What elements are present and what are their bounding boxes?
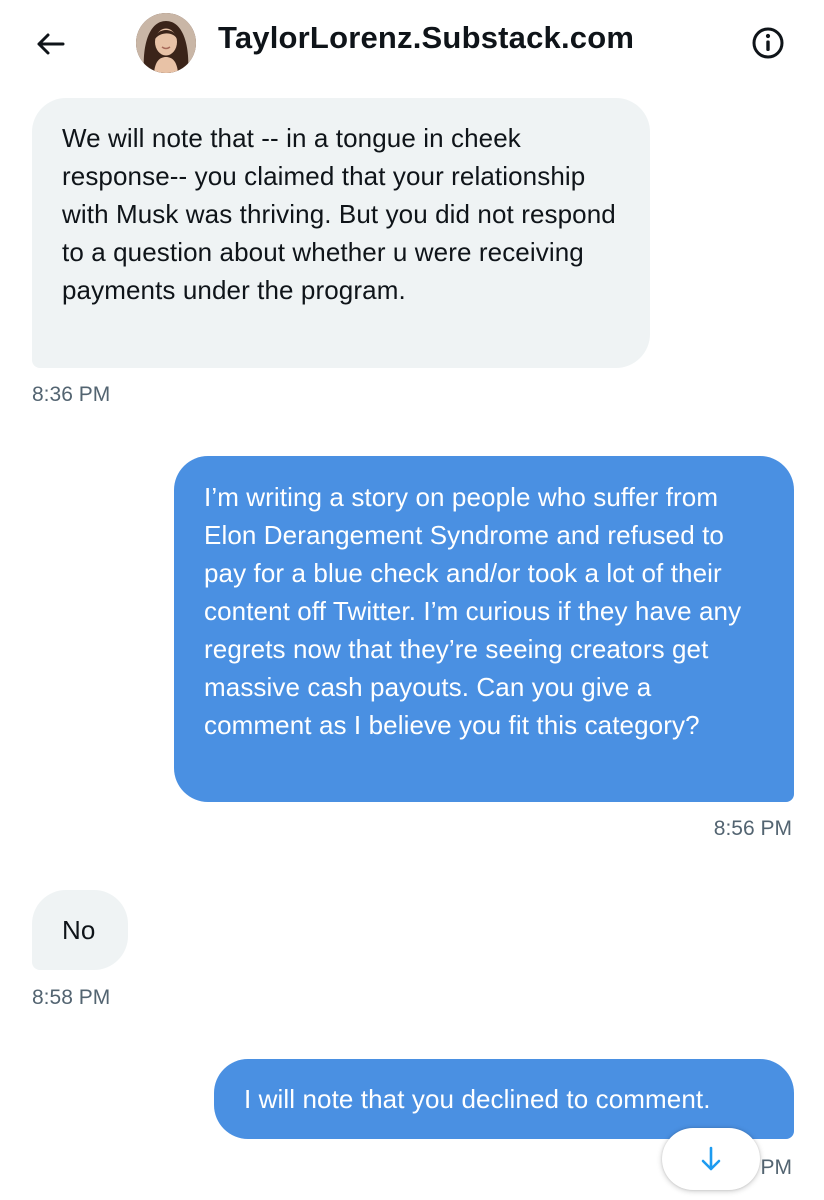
back-button[interactable] <box>30 24 70 64</box>
message-bubble-outgoing[interactable]: I will note that you declined to comment… <box>214 1059 794 1139</box>
message-timestamp: 8:36 PM <box>32 383 111 406</box>
info-button[interactable] <box>750 25 786 61</box>
arrow-left-icon <box>37 33 65 55</box>
scroll-to-bottom-button[interactable] <box>662 1128 760 1190</box>
message-bubble-incoming[interactable]: No <box>32 890 128 970</box>
message-bubble-incoming[interactable]: We will note that -- in a tongue in chee… <box>32 98 650 368</box>
message-bubble-outgoing[interactable]: I’m writing a story on people who suffer… <box>174 456 794 802</box>
message-timestamp: 8:56 PM <box>713 817 792 840</box>
conversation-title[interactable]: TaylorLorenz.Substack.com <box>218 20 634 56</box>
message-timestamp: 8:58 PM <box>32 986 111 1009</box>
conversation-header: TaylorLorenz.Substack.com <box>0 0 824 84</box>
message-timestamp: PM <box>760 1156 793 1179</box>
info-circle-icon <box>752 27 784 59</box>
arrow-down-icon <box>701 1146 721 1171</box>
profile-photo <box>136 13 196 73</box>
avatar[interactable] <box>136 13 196 73</box>
